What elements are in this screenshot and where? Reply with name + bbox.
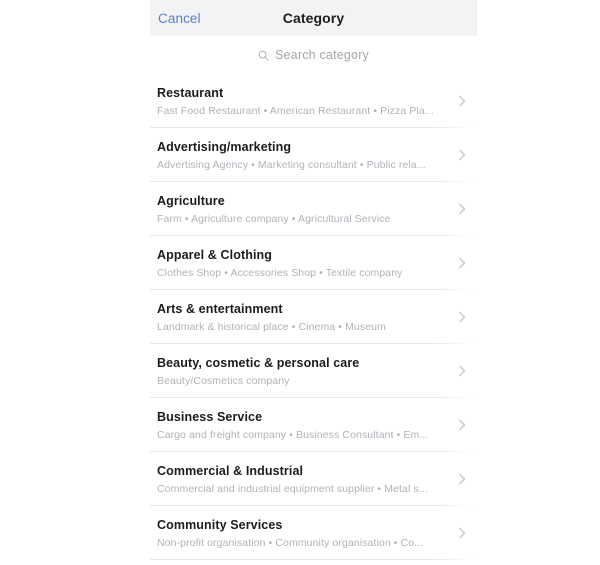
chevron-right-icon	[455, 418, 469, 432]
list-item[interactable]: Advertising/marketing Advertising Agency…	[150, 128, 477, 182]
chevron-right-icon	[455, 148, 469, 162]
category-title: Business Service	[157, 409, 263, 424]
category-title: Agriculture	[157, 193, 225, 208]
chevron-right-icon	[455, 310, 469, 324]
category-title: Advertising/marketing	[157, 139, 292, 154]
category-title: Restaurant	[157, 85, 224, 100]
chevron-right-icon	[455, 94, 469, 108]
category-title: Commercial & Industrial	[157, 463, 304, 478]
category-subtitle: Clothes Shop • Accessories Shop • Textil…	[157, 266, 403, 279]
list-item[interactable]: Restaurant Fast Food Restaurant • Americ…	[150, 74, 477, 128]
cancel-button[interactable]: Cancel	[158, 11, 201, 26]
list-item[interactable]: Arts & entertainment Landmark & historic…	[150, 290, 477, 344]
chevron-right-icon	[455, 364, 469, 378]
list-item[interactable]: Business Service Cargo and freight compa…	[150, 398, 477, 452]
chevron-right-icon	[455, 256, 469, 270]
category-title: Apparel & Clothing	[157, 247, 272, 262]
category-subtitle: Cargo and freight company • Business Con…	[157, 428, 429, 441]
list-item[interactable]: Agriculture Farm • Agriculture company •…	[150, 182, 477, 236]
chevron-right-icon	[455, 526, 469, 540]
app-screen: Cancel Category Search category Restaura…	[0, 0, 600, 565]
category-subtitle: Landmark & historical place • Cinema • M…	[157, 320, 386, 333]
category-subtitle: Commercial and industrial equipment supp…	[157, 482, 428, 495]
list-item[interactable]: Apparel & Clothing Clothes Shop • Access…	[150, 236, 477, 290]
category-title: Beauty, cosmetic & personal care	[157, 355, 360, 370]
search-icon	[258, 50, 269, 61]
navigation-bar: Cancel Category	[150, 0, 477, 36]
category-title: Community Services	[157, 517, 283, 532]
category-subtitle: Non-profit organisation • Community orga…	[157, 536, 424, 549]
category-title: Arts & entertainment	[157, 301, 283, 316]
category-picker-panel: Cancel Category Search category Restaura…	[150, 0, 477, 565]
category-list: Restaurant Fast Food Restaurant • Americ…	[150, 74, 477, 560]
category-subtitle: Fast Food Restaurant • American Restaura…	[157, 104, 434, 117]
search-placeholder: Search category	[274, 48, 370, 62]
category-subtitle: Beauty/Cosmetics company	[157, 374, 290, 387]
chevron-right-icon	[455, 472, 469, 486]
category-subtitle: Advertising Agency • Marketing consultan…	[157, 158, 426, 171]
chevron-right-icon	[455, 202, 469, 216]
category-subtitle: Farm • Agriculture company • Agricultura…	[157, 212, 391, 225]
list-item[interactable]: Beauty, cosmetic & personal care Beauty/…	[150, 344, 477, 398]
list-item[interactable]: Community Services Non-profit organisati…	[150, 506, 477, 560]
list-item[interactable]: Commercial & Industrial Commercial and i…	[150, 452, 477, 506]
search-input[interactable]: Search category	[150, 36, 477, 74]
